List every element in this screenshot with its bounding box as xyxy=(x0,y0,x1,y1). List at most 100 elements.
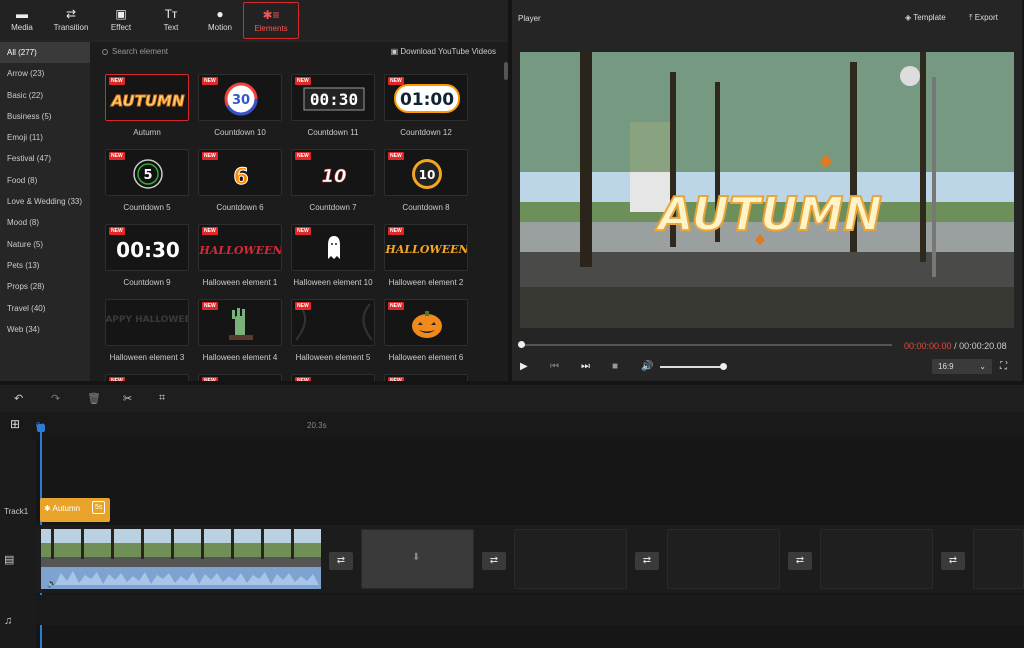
volume-handle[interactable] xyxy=(720,363,727,370)
transition-slot-icon[interactable]: ⇄ xyxy=(329,552,353,570)
svg-text:HALLOWEEN: HALLOWEEN xyxy=(385,243,468,256)
transition-slot-icon[interactable]: ⇄ xyxy=(635,552,659,570)
element-card[interactable]: NEW Halloween element 5 xyxy=(291,299,375,366)
play-icon[interactable]: ▶ xyxy=(520,361,528,372)
element-card[interactable]: NEW 6 Countdown 6 xyxy=(198,149,282,216)
element-card[interactable]: NEW 5 Countdown 5 xyxy=(105,149,189,216)
element-thumbnail[interactable]: NEW xyxy=(291,224,375,271)
element-card[interactable]: NEW 30 Countdown 10 xyxy=(198,74,282,141)
element-thumbnail[interactable]: NEW xyxy=(384,374,468,381)
element-card[interactable]: NEW xyxy=(198,374,282,381)
element-card[interactable]: NEW 10 Countdown 8 xyxy=(384,149,468,216)
category-list: All (277) Arrow (23) Basic (22) Business… xyxy=(0,42,90,381)
element-thumbnail[interactable]: NEW 10 xyxy=(291,149,375,196)
element-card[interactable]: NEW xyxy=(384,374,468,381)
skip-back-icon[interactable]: ⏮ xyxy=(550,361,559,372)
redo-icon[interactable]: ↷ xyxy=(51,392,60,405)
element-card[interactable]: NEW Halloween element 6 xyxy=(384,299,468,366)
fullscreen-icon[interactable]: ⛶ xyxy=(1000,361,1007,372)
category-item[interactable]: Basic (22) xyxy=(0,85,90,106)
clip-placeholder[interactable]: ⬇ xyxy=(361,529,474,589)
category-item[interactable]: All (277) xyxy=(0,42,90,64)
element-card[interactable]: NEW HALLOWEEN Halloween element 2 xyxy=(384,224,468,291)
element-thumbnail[interactable]: NEW HALLOWEEN xyxy=(384,224,468,271)
element-thumbnail[interactable]: NEW 01:00 xyxy=(384,74,468,121)
element-card[interactable]: NEW Halloween element 4 xyxy=(198,299,282,366)
crop-icon[interactable]: ⌗ xyxy=(159,392,165,405)
grid-scrollbar[interactable] xyxy=(504,62,508,80)
category-item[interactable]: Business (5) xyxy=(0,106,90,127)
element-card[interactable]: NEW AUTUMN Autumn xyxy=(105,74,189,141)
category-item[interactable]: Food (8) xyxy=(0,170,90,191)
category-item[interactable]: Love & Wedding (33) xyxy=(0,191,90,212)
timeline-ruler[interactable]: 0s 20.3s xyxy=(0,412,1024,439)
aspect-ratio-select[interactable]: 16:9 ⌄ xyxy=(932,359,992,374)
element-thumbnail[interactable]: NEW AUTUMN xyxy=(105,74,189,121)
audio-track[interactable] xyxy=(36,595,1024,625)
element-thumbnail[interactable]: NEW xyxy=(384,299,468,346)
element-thumbnail[interactable]: NEW xyxy=(198,299,282,346)
volume-icon[interactable]: 🔊 xyxy=(641,361,653,372)
element-thumbnail[interactable]: NEW 30 xyxy=(198,74,282,121)
tab-media[interactable]: ▬ Media xyxy=(0,2,44,38)
clip-placeholder[interactable] xyxy=(667,529,780,589)
add-track-icon[interactable]: ⊞ xyxy=(10,417,20,431)
template-button[interactable]: ◈ Template xyxy=(905,13,946,22)
video-clip[interactable]: 🔈 xyxy=(41,529,321,589)
element-thumbnail[interactable]: NEW xyxy=(198,374,282,381)
category-item[interactable]: Emoji (11) xyxy=(0,127,90,148)
undo-icon[interactable]: ↶ xyxy=(14,392,23,405)
element-thumbnail[interactable]: NEW 00:30 xyxy=(105,224,189,271)
seek-handle[interactable] xyxy=(518,341,525,348)
element-card[interactable]: NEW 00:30 Countdown 9 xyxy=(105,224,189,291)
element-card[interactable]: NEW 10 Countdown 7 xyxy=(291,149,375,216)
element-card[interactable]: NEW xyxy=(291,374,375,381)
category-item[interactable]: Festival (47) xyxy=(0,148,90,169)
element-thumbnail[interactable]: NEW HALLOWEEN xyxy=(198,224,282,271)
element-card[interactable]: NEW HALLOWEEN Halloween element 1 xyxy=(198,224,282,291)
scissors-icon[interactable]: ✂ xyxy=(123,392,132,405)
clip-placeholder[interactable] xyxy=(820,529,933,589)
category-item[interactable]: Web (34) xyxy=(0,319,90,340)
transition-slot-icon[interactable]: ⇄ xyxy=(482,552,506,570)
element-thumbnail[interactable]: NEW xyxy=(105,374,189,381)
element-clip[interactable]: ✱ Autumn 5s xyxy=(40,498,110,522)
transition-slot-icon[interactable]: ⇄ xyxy=(941,552,965,570)
category-item[interactable]: Travel (40) xyxy=(0,298,90,319)
category-item[interactable]: Pets (13) xyxy=(0,255,90,276)
tab-effect[interactable]: ▣ Effect xyxy=(99,2,143,38)
element-thumbnail[interactable]: NEW 6 xyxy=(198,149,282,196)
clip-placeholder[interactable] xyxy=(514,529,627,589)
download-youtube-link[interactable]: ▣ Download YouTube Videos xyxy=(391,47,496,56)
tab-elements[interactable]: ✱≡ Elements xyxy=(243,2,299,39)
volume-slider[interactable] xyxy=(660,366,722,368)
element-card[interactable]: NEW 00:30 Countdown 11 xyxy=(291,74,375,141)
element-thumbnail[interactable]: NEW xyxy=(291,374,375,381)
element-card[interactable]: NEW xyxy=(105,374,189,381)
search-input[interactable]: Search element xyxy=(102,47,168,56)
transition-slot-icon[interactable]: ⇄ xyxy=(788,552,812,570)
clip-placeholder[interactable] xyxy=(973,529,1024,589)
tab-motion[interactable]: ● Motion xyxy=(198,2,242,38)
video-preview[interactable]: AUTUMN xyxy=(520,52,1014,328)
delete-icon[interactable]: 🗑 xyxy=(87,392,101,405)
element-thumbnail[interactable]: NEW 00:30 xyxy=(291,74,375,121)
element-card[interactable]: NEW Halloween element 10 xyxy=(291,224,375,291)
element-thumbnail[interactable]: NEW xyxy=(291,299,375,346)
element-thumbnail[interactable]: HAPPY HALLOWEEN xyxy=(105,299,189,346)
element-card[interactable]: NEW 01:00 Countdown 12 xyxy=(384,74,468,141)
export-button[interactable]: ⤒ Export xyxy=(969,13,998,23)
category-item[interactable]: Arrow (23) xyxy=(0,63,90,84)
category-item[interactable]: Mood (8) xyxy=(0,212,90,233)
element-thumbnail[interactable]: NEW 5 xyxy=(105,149,189,196)
seek-bar[interactable] xyxy=(520,344,892,346)
element-thumbnail[interactable]: NEW 10 xyxy=(384,149,468,196)
tab-transition[interactable]: ⇄ Transition xyxy=(49,2,93,38)
stop-icon[interactable]: ■ xyxy=(612,361,618,372)
element-card[interactable]: HAPPY HALLOWEEN Halloween element 3 xyxy=(105,299,189,366)
skip-forward-icon[interactable]: ⏭ xyxy=(581,361,590,372)
category-item[interactable]: Nature (5) xyxy=(0,234,90,255)
tab-text[interactable]: Tт Text xyxy=(149,2,193,38)
category-item[interactable]: Props (28) xyxy=(0,276,90,297)
playhead-handle[interactable] xyxy=(37,424,45,432)
